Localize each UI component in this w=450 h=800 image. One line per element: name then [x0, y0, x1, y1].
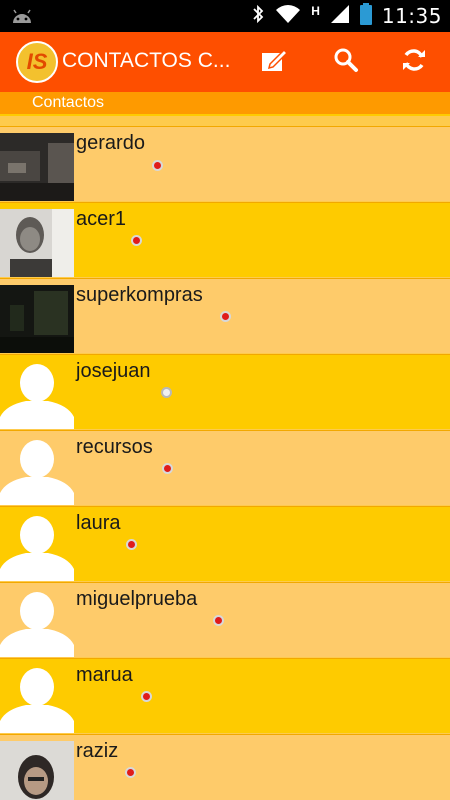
avatar [0, 513, 74, 581]
default-avatar-icon [0, 668, 74, 733]
status-offline-icon [152, 160, 163, 171]
list-item[interactable]: marua [0, 658, 450, 733]
wifi-icon [275, 4, 301, 29]
search-button[interactable] [326, 42, 366, 82]
avatar [0, 741, 74, 800]
refresh-button[interactable] [394, 42, 434, 82]
contact-name: raziz [76, 740, 119, 762]
avatar [0, 665, 74, 733]
avatar [0, 285, 74, 353]
compose-icon [260, 47, 289, 78]
app-bar: IS CONTACTOS C... [0, 32, 450, 92]
list-item[interactable]: miguelprueba [0, 582, 450, 657]
contact-name: miguelprueba [76, 588, 198, 610]
contact-name: acer1 [76, 208, 127, 230]
bluetooth-icon [251, 4, 265, 29]
list-item[interactable]: gerardo [0, 126, 450, 201]
avatar [0, 437, 74, 505]
app-title: CONTACTOS C... [62, 49, 231, 72]
list-item[interactable]: acer1 [0, 202, 450, 277]
status-offline-icon [220, 311, 231, 322]
avatar [0, 361, 74, 429]
avatar [0, 133, 74, 201]
default-avatar-icon [0, 516, 74, 581]
default-avatar-icon [0, 592, 74, 657]
tab-contactos[interactable]: Contactos [0, 92, 450, 114]
list-item[interactable]: superkompras [0, 278, 450, 353]
contact-name: laura [76, 512, 121, 534]
battery-icon [359, 2, 372, 30]
status-offline-icon [141, 691, 152, 702]
contact-name: superkompras [76, 284, 203, 306]
default-avatar-icon [0, 440, 74, 505]
contact-name: recursos [76, 436, 153, 458]
app-logo-text: IS [26, 49, 48, 74]
compose-button[interactable] [254, 42, 294, 82]
contact-name: marua [76, 664, 133, 686]
signal-icon [330, 4, 350, 29]
status-offline-icon [131, 235, 142, 246]
partial-list-item[interactable] [0, 114, 450, 116]
contact-list[interactable]: gerardo acer1 superkompras josejuan recu… [0, 114, 450, 800]
search-icon [333, 47, 359, 78]
clock-time: 11:35 [381, 4, 442, 28]
signal-h-icon: H [311, 4, 320, 18]
app-logo[interactable]: IS [16, 41, 58, 83]
default-avatar-icon [0, 364, 74, 429]
tab-contactos-label: Contactos [32, 94, 105, 111]
contact-name: gerardo [76, 132, 145, 154]
status-unknown-icon [161, 387, 172, 398]
list-item[interactable]: laura [0, 506, 450, 581]
contact-name: josejuan [76, 360, 151, 382]
refresh-icon [401, 47, 427, 78]
avatar [0, 589, 74, 657]
status-offline-icon [162, 463, 173, 474]
list-item[interactable]: josejuan [0, 354, 450, 429]
avatar [0, 209, 74, 277]
status-offline-icon [125, 767, 136, 778]
status-offline-icon [126, 539, 137, 550]
list-item[interactable]: raziz [0, 734, 450, 800]
status-offline-icon [213, 615, 224, 626]
android-icon [10, 6, 34, 26]
status-bar: H 11:35 [0, 0, 450, 32]
list-item[interactable]: recursos [0, 430, 450, 505]
